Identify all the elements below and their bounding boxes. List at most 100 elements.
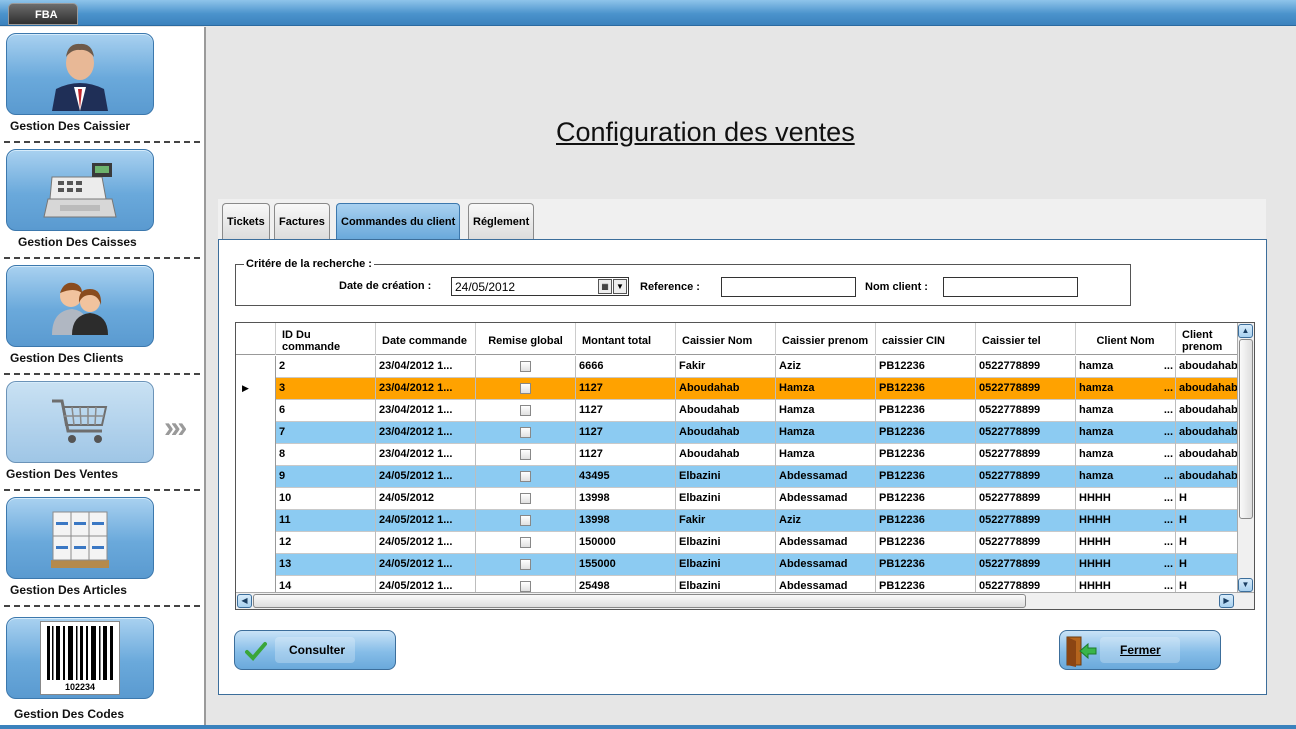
row-header[interactable] bbox=[236, 444, 276, 466]
table-cell[interactable]: PB12236 bbox=[876, 422, 976, 444]
table-cell[interactable]: 3 bbox=[276, 378, 376, 400]
table-cell[interactable]: aboudahab bbox=[1176, 444, 1246, 466]
table-cell[interactable]: PB12236 bbox=[876, 466, 976, 488]
row-header[interactable] bbox=[236, 488, 276, 510]
horizontal-scroll-thumb[interactable] bbox=[253, 594, 1026, 608]
table-cell[interactable]: 13 bbox=[276, 554, 376, 576]
column-header[interactable]: Remise global bbox=[476, 323, 576, 355]
row-header[interactable] bbox=[236, 554, 276, 576]
remise-global-checkbox[interactable] bbox=[520, 383, 531, 394]
table-cell[interactable]: 24/05/2012 1... bbox=[376, 554, 476, 576]
table-row[interactable]: 11 24/05/2012 1... 13998 Fakir Aziz PB12236 05… bbox=[236, 510, 1246, 532]
calendar-icon[interactable]: ▦ bbox=[598, 279, 612, 294]
table-cell[interactable]: 23/04/2012 1... bbox=[376, 378, 476, 400]
table-cell[interactable]: hamza... bbox=[1076, 356, 1176, 378]
table-cell[interactable]: 8 bbox=[276, 444, 376, 466]
column-header[interactable]: Client Nom bbox=[1076, 323, 1176, 355]
remise-global-cell[interactable] bbox=[476, 510, 576, 532]
remise-global-cell[interactable] bbox=[476, 554, 576, 576]
table-cell[interactable]: 1127 bbox=[576, 378, 676, 400]
table-cell[interactable]: 43495 bbox=[576, 466, 676, 488]
table-cell[interactable]: PB12236 bbox=[876, 356, 976, 378]
table-cell[interactable]: 1127 bbox=[576, 422, 676, 444]
ellipsis-button[interactable]: ... bbox=[1164, 536, 1173, 548]
commandes-grid[interactable]: ID Du commande Date commande Remise glob… bbox=[235, 322, 1255, 610]
table-cell[interactable]: 0522778899 bbox=[976, 488, 1076, 510]
column-header[interactable]: Caissier tel bbox=[976, 323, 1076, 355]
table-cell[interactable]: 12 bbox=[276, 532, 376, 554]
table-cell[interactable]: PB12236 bbox=[876, 554, 976, 576]
table-cell[interactable]: 24/05/2012 1... bbox=[376, 466, 476, 488]
table-cell[interactable]: 23/04/2012 1... bbox=[376, 400, 476, 422]
consulter-button[interactable]: Consulter bbox=[234, 630, 396, 670]
table-cell[interactable]: H bbox=[1176, 510, 1246, 532]
remise-global-cell[interactable] bbox=[476, 444, 576, 466]
tab-factures[interactable]: Factures bbox=[274, 203, 330, 239]
reference-input[interactable] bbox=[721, 277, 856, 297]
table-cell[interactable]: 0522778899 bbox=[976, 510, 1076, 532]
table-cell[interactable]: 0522778899 bbox=[976, 444, 1076, 466]
table-cell[interactable]: 24/05/2012 bbox=[376, 488, 476, 510]
table-cell[interactable]: 1127 bbox=[576, 400, 676, 422]
row-header[interactable] bbox=[236, 510, 276, 532]
table-cell[interactable]: hamza... bbox=[1076, 444, 1176, 466]
remise-global-checkbox[interactable] bbox=[520, 405, 531, 416]
table-cell[interactable]: Fakir bbox=[676, 510, 776, 532]
table-cell[interactable]: 155000 bbox=[576, 554, 676, 576]
table-cell[interactable]: 0522778899 bbox=[976, 554, 1076, 576]
table-cell[interactable]: PB12236 bbox=[876, 510, 976, 532]
table-cell[interactable]: 2 bbox=[276, 356, 376, 378]
table-cell[interactable]: Hamza bbox=[776, 400, 876, 422]
column-header[interactable]: Montant total bbox=[576, 323, 676, 355]
table-cell[interactable]: 24/05/2012 1... bbox=[376, 532, 476, 554]
table-cell[interactable]: aboudahab bbox=[1176, 356, 1246, 378]
app-menu-tab[interactable]: FBA bbox=[8, 3, 78, 25]
remise-global-checkbox[interactable] bbox=[520, 361, 531, 372]
remise-global-checkbox[interactable] bbox=[520, 559, 531, 570]
table-row[interactable]: 12 24/05/2012 1... 150000 Elbazini Abdessama… bbox=[236, 532, 1246, 554]
remise-global-checkbox[interactable] bbox=[520, 471, 531, 482]
remise-global-checkbox[interactable] bbox=[520, 427, 531, 438]
table-cell[interactable]: Elbazini bbox=[676, 488, 776, 510]
remise-global-cell[interactable] bbox=[476, 400, 576, 422]
sidebar-item-codes[interactable]: 102234 Gestion Des Codes bbox=[0, 611, 204, 727]
ellipsis-button[interactable]: ... bbox=[1164, 514, 1173, 526]
scroll-left-icon[interactable]: ◀ bbox=[237, 594, 252, 608]
remise-global-checkbox[interactable] bbox=[520, 515, 531, 526]
remise-global-cell[interactable] bbox=[476, 422, 576, 444]
chevron-down-icon[interactable]: ▼ bbox=[613, 279, 627, 294]
table-cell[interactable]: HHHH... bbox=[1076, 488, 1176, 510]
table-cell[interactable]: Hamza bbox=[776, 378, 876, 400]
table-row[interactable]: 10 24/05/2012 13998 Elbazini Abdessamad PB122… bbox=[236, 488, 1246, 510]
sidebar-button-ventes[interactable] bbox=[6, 381, 154, 463]
sidebar-item-caissier[interactable]: Gestion Des Caissier bbox=[0, 27, 204, 143]
remise-global-cell[interactable] bbox=[476, 356, 576, 378]
remise-global-checkbox[interactable] bbox=[520, 493, 531, 504]
table-cell[interactable]: HHHH... bbox=[1076, 532, 1176, 554]
table-cell[interactable]: Abdessamad bbox=[776, 488, 876, 510]
table-cell[interactable]: Abdessamad bbox=[776, 532, 876, 554]
table-cell[interactable]: 7 bbox=[276, 422, 376, 444]
table-cell[interactable]: hamza... bbox=[1076, 422, 1176, 444]
column-header[interactable]: Client prenom bbox=[1176, 323, 1246, 355]
table-cell[interactable]: aboudahab bbox=[1176, 466, 1246, 488]
sidebar-button-clients[interactable] bbox=[6, 265, 154, 347]
sidebar-item-articles[interactable]: Gestion Des Articles bbox=[0, 491, 204, 607]
table-cell[interactable]: Elbazini bbox=[676, 532, 776, 554]
ellipsis-button[interactable]: ... bbox=[1164, 580, 1173, 592]
ellipsis-button[interactable]: ... bbox=[1164, 558, 1173, 570]
column-header[interactable]: Date commande bbox=[376, 323, 476, 355]
table-cell[interactable]: H bbox=[1176, 488, 1246, 510]
table-cell[interactable]: Hamza bbox=[776, 444, 876, 466]
column-header[interactable]: Caissier Nom bbox=[676, 323, 776, 355]
table-cell[interactable]: Aziz bbox=[776, 356, 876, 378]
ellipsis-button[interactable]: ... bbox=[1164, 426, 1173, 438]
table-cell[interactable]: PB12236 bbox=[876, 400, 976, 422]
sidebar-item-clients[interactable]: Gestion Des Clients bbox=[0, 259, 204, 375]
column-header[interactable]: caissier CIN bbox=[876, 323, 976, 355]
remise-global-checkbox[interactable] bbox=[520, 537, 531, 548]
sidebar-button-articles[interactable] bbox=[6, 497, 154, 579]
table-cell[interactable]: aboudahab bbox=[1176, 400, 1246, 422]
table-cell[interactable]: PB12236 bbox=[876, 488, 976, 510]
remise-global-cell[interactable] bbox=[476, 466, 576, 488]
